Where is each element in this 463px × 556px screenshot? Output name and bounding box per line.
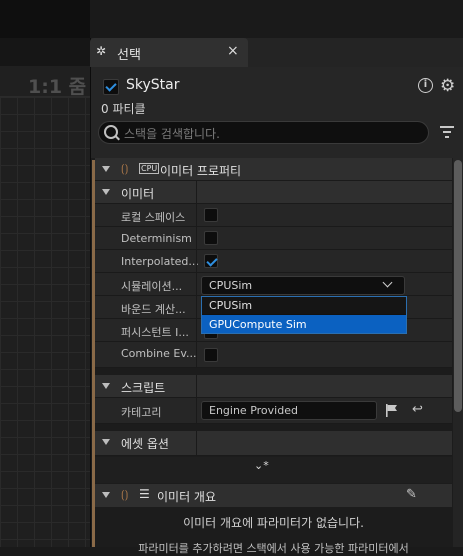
column-divider (196, 181, 197, 203)
column-divider (196, 431, 197, 455)
tab-title: 선택 (117, 48, 141, 63)
property-label: 카테고리 (121, 406, 162, 419)
property-label: Interpolated... (121, 255, 199, 268)
graph-grid[interactable] (0, 97, 90, 547)
property-label: 시뮬레이션... (121, 280, 183, 293)
column-divider (196, 204, 197, 226)
column-divider (196, 398, 197, 423)
section-title: 이미터 (121, 187, 155, 201)
property-row-interpolated: Interpolated... (95, 250, 452, 273)
combine-events-checkbox[interactable] (204, 348, 218, 362)
category-value: Engine Provided (209, 404, 298, 417)
section-title: 스크립트 (121, 381, 166, 395)
collapse-icon[interactable] (102, 439, 110, 445)
section-title: 에셋 옵션 (121, 437, 169, 451)
column-divider (196, 227, 197, 249)
section-title: 이미터 프로퍼티 (160, 164, 242, 178)
close-icon[interactable]: × (227, 43, 239, 59)
cpu-icon: CPU (139, 163, 160, 174)
emitter-subsection[interactable]: 이미터 (95, 181, 452, 204)
search-input[interactable]: 스택을 검색합니다. (124, 125, 220, 142)
overview-icon: ⟮⟯ (121, 488, 129, 501)
sim-target-value: CPUSim (209, 279, 253, 292)
collapse-icon[interactable] (102, 189, 110, 195)
option-label: GPUCompute Sim (209, 318, 307, 331)
column-divider (196, 273, 197, 295)
advanced-expander[interactable] (95, 457, 452, 483)
property-row-combine-events: Combine Ev... (95, 342, 452, 368)
emitter-properties-header[interactable]: ⟮⟯ CPU 이미터 프로퍼티 (95, 158, 452, 181)
reset-to-default-icon[interactable]: ↩ (412, 402, 423, 417)
list-icon: ☰ (139, 487, 150, 501)
section-title: 이미터 개요 (157, 490, 217, 504)
emitter-name: SkyStar (126, 77, 180, 93)
viewport-toolbar (0, 0, 90, 38)
property-label: 바운드 계산... (121, 303, 186, 316)
local-space-checkbox[interactable] (204, 208, 218, 222)
expand-advanced-icon[interactable]: ⌄* (254, 459, 269, 472)
zoom-label: 1:1 줌 (28, 76, 87, 98)
collapse-icon[interactable] (102, 492, 110, 498)
collapse-icon[interactable] (102, 166, 110, 172)
overview-hint: 파라미터를 추가하려면 스택에서 사용 가능한 파라미터에서 (138, 542, 409, 555)
option-label: CPUSim (209, 299, 253, 312)
edit-icon[interactable]: ✎ (406, 487, 417, 502)
emitter-enabled-checkbox[interactable] (103, 79, 119, 95)
property-label: 로컬 스페이스 (121, 211, 186, 224)
property-row-local-space: 로컬 스페이스 (95, 204, 452, 227)
column-divider (196, 250, 197, 272)
niagara-icon: ✲ (96, 44, 107, 58)
filter-icon[interactable] (440, 125, 454, 139)
interpolated-checkbox[interactable] (204, 254, 218, 268)
script-section-header[interactable]: 스크립트 (95, 375, 452, 398)
scrollbar[interactable] (454, 160, 462, 412)
property-label: Combine Ev... (121, 347, 197, 360)
particle-count: 0 파티클 (101, 102, 146, 116)
flag-icon[interactable] (385, 404, 398, 417)
column-divider (196, 296, 197, 318)
property-label: 퍼시스턴트 I... (121, 326, 189, 339)
search-icon (104, 125, 118, 139)
asset-options-header[interactable]: 에셋 옵션 (95, 431, 452, 456)
column-divider (196, 342, 197, 367)
column-divider (196, 319, 197, 341)
property-row-determinism: Determinism (95, 227, 452, 250)
gear-icon[interactable]: ⚙ (440, 76, 455, 96)
collapse-icon[interactable] (102, 383, 110, 389)
overview-empty-message: 이미터 개요에 파라미터가 없습니다. (183, 516, 364, 530)
emitter-overview-header[interactable]: ⟮⟯ ☰ 이미터 개요 ✎ (95, 484, 452, 507)
determinism-checkbox[interactable] (204, 231, 218, 245)
tab-selection[interactable] (90, 38, 248, 67)
info-icon[interactable]: i (418, 78, 433, 93)
property-label: Determinism (121, 232, 192, 245)
emitter-props-icon: ⟮⟯ (121, 162, 129, 175)
column-divider (196, 375, 197, 397)
